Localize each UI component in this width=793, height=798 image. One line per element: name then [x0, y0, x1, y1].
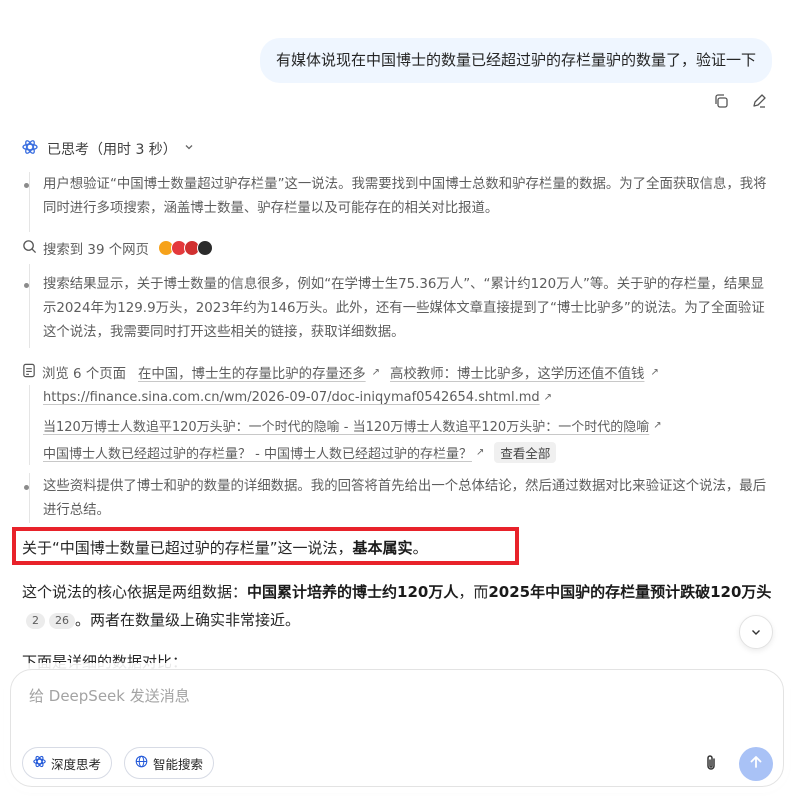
source-link[interactable]: https://finance.sina.com.cn/wm/2026-09-0…	[43, 390, 540, 405]
browse-step: 浏览 6 个页面 在中国，博士生的存量比驴的存量还多 ↗ 高校教师：博士比驴多，…	[22, 362, 659, 382]
arrow-up-icon	[748, 754, 764, 774]
source-link-row: 当120万博士人数追平120万头驴：一个时代的隐喻 - 当120万博士人数追平1…	[43, 416, 662, 435]
external-link-icon: ↗	[543, 392, 553, 403]
source-link[interactable]: 在中国，博士生的存量比驴的存量还多	[138, 362, 366, 382]
answer-conclusion-suffix: 。	[412, 539, 428, 557]
see-all-button[interactable]: 查看全部	[494, 442, 557, 463]
chevron-down-icon	[183, 141, 195, 157]
thread-line	[29, 264, 30, 348]
source-link[interactable]: 中国博士人数已经超过驴的存栏量？ - 中国博士人数已经超过驴的存栏量？	[43, 443, 472, 462]
search-icon	[22, 239, 37, 258]
message-composer: 深度思考 智能搜索	[10, 669, 784, 787]
answer-paragraph: 这个说法的核心依据是两组数据：中国累计培养的博士约120万人，而2025年中国驴…	[22, 578, 774, 634]
bullet	[24, 283, 29, 288]
bullet	[24, 485, 29, 490]
citation-badge[interactable]: 26	[49, 613, 75, 629]
web-search-label: 智能搜索	[153, 756, 204, 772]
source-link[interactable]: 高校教师：博士比驴多，这学历还值不值钱	[390, 362, 644, 382]
thinking-paragraph-3: 这些资料提供了博士和驴的数量的详细数据。我的回答将首先给出一个总体结论，然后通过…	[43, 479, 767, 518]
answer-conclusion-bold: 基本属实	[352, 539, 413, 557]
message-input[interactable]	[27, 686, 731, 706]
answer-text: 。两者在数量级上确实非常接近。	[75, 611, 301, 629]
thread-line	[29, 473, 30, 523]
search-step[interactable]: 搜索到 39 个网页	[22, 238, 213, 258]
thread-line	[29, 385, 30, 465]
paperclip-icon[interactable]	[701, 753, 721, 773]
answer-text: 这个说法的核心依据是两组数据：	[22, 583, 248, 601]
thinking-paragraph-2: 搜索结果显示，关于博士数量的信息很多，例如“在学博士生75.36万人”、“累计约…	[43, 277, 765, 340]
web-search-toggle[interactable]: 智能搜索	[124, 747, 215, 779]
external-link-icon: ↗	[475, 447, 485, 458]
copy-icon[interactable]	[713, 93, 729, 109]
document-icon	[22, 363, 36, 382]
scroll-down-button[interactable]	[739, 615, 773, 649]
answer-conclusion-prefix: 关于“中国博士数量已超过驴的存栏量”这一说法，	[22, 539, 353, 557]
atom-icon	[33, 755, 46, 771]
globe-icon	[135, 755, 148, 771]
answer-bold: 2025年中国驴的存栏量预计跌破120万头	[488, 583, 772, 601]
thinking-label: 已思考（用时 3 秒）	[47, 142, 177, 158]
external-link-icon: ↗	[371, 366, 381, 378]
source-favicons	[157, 240, 213, 256]
external-link-icon: ↗	[650, 366, 659, 378]
source-link-row: https://finance.sina.com.cn/wm/2026-09-0…	[43, 390, 552, 405]
deep-think-label: 深度思考	[51, 756, 102, 772]
browse-step-label: 浏览 6 个页面	[42, 367, 126, 382]
thinking-paragraph-1: 用户想验证“中国博士数量超过驴存栏量”这一说法。我需要找到中国博士总数和驴存栏量…	[43, 177, 767, 216]
citation-badge[interactable]: 2	[26, 613, 45, 629]
chevron-down-icon	[750, 623, 762, 642]
edit-icon[interactable]	[751, 93, 767, 109]
thread-line	[29, 172, 30, 232]
answer-text: ，而	[458, 583, 489, 601]
source-link-row: 中国博士人数已经超过驴的存栏量？ - 中国博士人数已经超过驴的存栏量？ ↗ 查看…	[43, 442, 557, 463]
external-link-icon: ↗	[653, 420, 662, 431]
message-actions	[713, 93, 767, 109]
user-message-bubble: 有媒体说现在中国博士的数量已经超过驴的存栏量驴的数量了，验证一下	[259, 38, 772, 83]
bullet	[24, 183, 29, 188]
answer-bold: 中国累计培养的博士约120万人	[247, 583, 459, 601]
source-link[interactable]: 当120万博士人数追平120万头驴：一个时代的隐喻 - 当120万博士人数追平1…	[43, 416, 649, 435]
thinking-icon	[22, 139, 38, 159]
answer-conclusion: 关于“中国博士数量已超过驴的存栏量”这一说法，基本属实。	[22, 537, 428, 558]
deep-think-toggle[interactable]: 深度思考	[22, 747, 113, 779]
send-button[interactable]	[739, 747, 773, 781]
thinking-toggle[interactable]: 已思考（用时 3 秒）	[22, 139, 195, 159]
search-step-label: 搜索到 39 个网页	[43, 243, 149, 258]
favicon-icon	[196, 240, 213, 256]
